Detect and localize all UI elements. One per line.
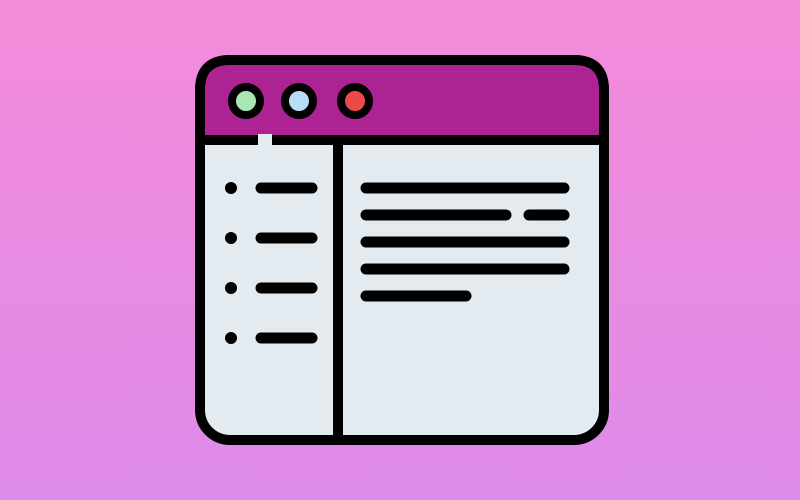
sidebar-bullet <box>225 182 237 194</box>
sidebar-bullet <box>225 232 237 244</box>
window-dot-red-icon <box>337 83 373 119</box>
window-dot-green-icon <box>228 83 264 119</box>
icon-canvas <box>0 0 800 500</box>
browser-window-icon <box>195 55 609 445</box>
browser-window-icon-wrapper <box>0 0 800 500</box>
window-dot-blue-icon <box>281 83 317 119</box>
sidebar-bullet <box>225 282 237 294</box>
divider-gap <box>258 134 272 146</box>
sidebar-bullet <box>225 332 237 344</box>
